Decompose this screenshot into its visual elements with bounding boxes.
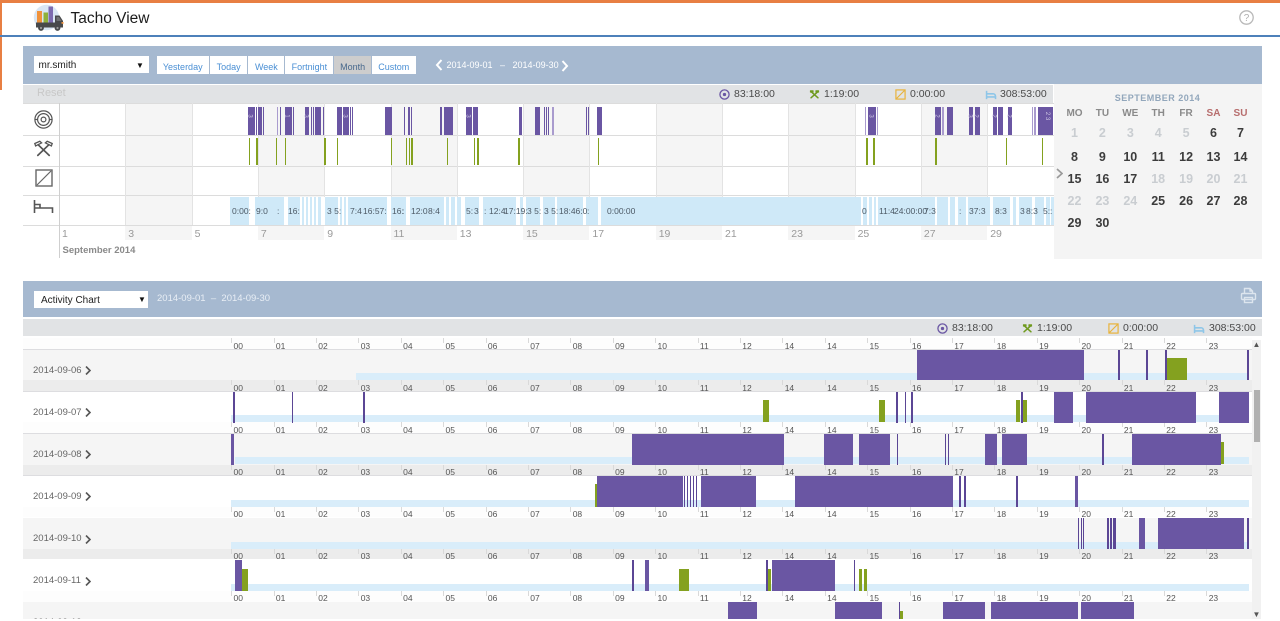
svg-text:?: ? <box>1244 13 1250 24</box>
